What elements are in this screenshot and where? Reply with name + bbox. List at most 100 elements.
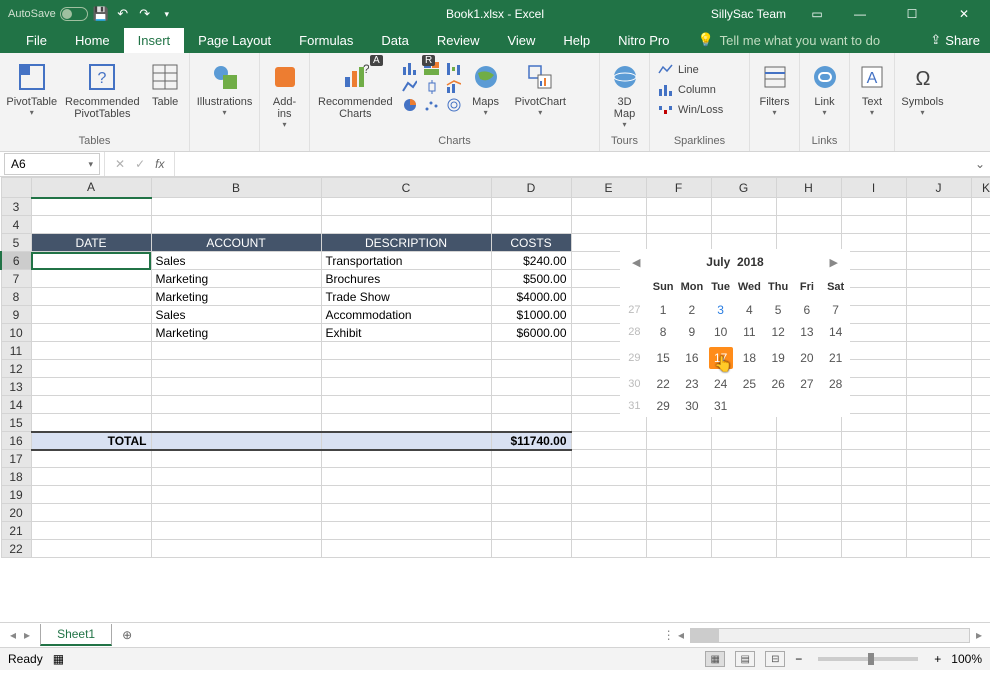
cell[interactable] <box>491 360 571 378</box>
surface-chart-icon[interactable] <box>445 97 461 113</box>
cell[interactable] <box>841 450 906 468</box>
calendar-prev-icon[interactable]: ◀ <box>632 256 640 269</box>
calendar-day[interactable]: 19 <box>764 343 793 373</box>
cell[interactable] <box>321 468 491 486</box>
row-header[interactable]: 7 <box>1 270 31 288</box>
cell[interactable] <box>776 540 841 558</box>
cell[interactable] <box>906 270 971 288</box>
calendar-day[interactable]: 24 <box>706 373 735 395</box>
expand-formula-bar-icon[interactable]: ⌄ <box>970 157 990 171</box>
cell[interactable] <box>711 198 776 216</box>
calendar-day[interactable]: 12 <box>764 321 793 343</box>
cell[interactable] <box>841 432 906 450</box>
row-header[interactable]: 22 <box>1 540 31 558</box>
autosave-toggle[interactable]: AutoSave <box>8 7 88 21</box>
cell[interactable] <box>841 396 906 414</box>
cell[interactable] <box>971 342 990 360</box>
cell[interactable] <box>151 540 321 558</box>
cell[interactable] <box>906 216 971 234</box>
3dmap-button[interactable]: 3D Map▾ <box>604 57 645 132</box>
sheet-nav-next-icon[interactable]: ▸ <box>24 628 30 642</box>
calendar-day[interactable]: 4 <box>735 299 764 321</box>
calendar-day[interactable]: 29 <box>649 395 678 417</box>
name-box[interactable]: A6▾ <box>4 153 100 175</box>
pivottable-button[interactable]: PivotTable▾ <box>4 57 59 120</box>
zoom-slider[interactable] <box>818 657 918 661</box>
cell[interactable]: $240.00 <box>491 252 571 270</box>
undo-icon[interactable]: ↶ <box>114 5 132 23</box>
cell[interactable] <box>711 504 776 522</box>
cell[interactable] <box>971 306 990 324</box>
calendar-day[interactable]: 5 <box>764 299 793 321</box>
calendar-day[interactable]: 17👆 <box>706 343 735 373</box>
link-button[interactable]: Link▾ <box>804 57 845 120</box>
cell[interactable] <box>711 432 776 450</box>
save-icon[interactable]: 💾 <box>92 5 110 23</box>
cell[interactable] <box>571 486 646 504</box>
recommended-pivottables-button[interactable]: ? Recommended PivotTables <box>63 57 141 123</box>
cell[interactable]: $1000.00 <box>491 306 571 324</box>
cell[interactable] <box>31 270 151 288</box>
symbols-button[interactable]: Ω Symbols▾ <box>899 57 946 120</box>
tab-data[interactable]: Data <box>367 28 422 53</box>
calendar-day[interactable]: 3 <box>706 299 735 321</box>
row-header[interactable]: 5 <box>1 234 31 252</box>
row-header[interactable]: 20 <box>1 504 31 522</box>
cell[interactable] <box>841 306 906 324</box>
cell[interactable]: Brochures <box>321 270 491 288</box>
row-header[interactable]: 9 <box>1 306 31 324</box>
qat-customize-icon[interactable]: ▾ <box>158 5 176 23</box>
column-headers[interactable]: ABCD EFGH IJK <box>1 178 990 198</box>
row-header[interactable]: 19 <box>1 486 31 504</box>
row-header[interactable]: 10 <box>1 324 31 342</box>
cell[interactable] <box>491 342 571 360</box>
cell[interactable] <box>646 540 711 558</box>
sparkline-column-button[interactable]: Column <box>654 81 727 99</box>
cell[interactable] <box>906 288 971 306</box>
calendar-day[interactable]: 27 <box>793 373 822 395</box>
normal-view-button[interactable]: ▦ <box>705 651 725 667</box>
tell-me-search[interactable]: 💡 Tell me what you want to do <box>683 27 894 53</box>
cell[interactable]: Sales <box>151 306 321 324</box>
cell[interactable] <box>711 468 776 486</box>
addins-button[interactable]: Add- ins▾ <box>264 57 305 132</box>
cell[interactable] <box>906 378 971 396</box>
cell[interactable] <box>841 414 906 432</box>
calendar-day[interactable]: 21 <box>821 343 850 373</box>
cell[interactable] <box>151 360 321 378</box>
calendar-day[interactable]: 20 <box>793 343 822 373</box>
calendar-day[interactable]: 6 <box>793 299 822 321</box>
macro-record-icon[interactable]: ▦ <box>53 652 64 666</box>
cell[interactable] <box>906 198 971 216</box>
cell[interactable] <box>906 252 971 270</box>
cell[interactable] <box>321 342 491 360</box>
cell[interactable] <box>646 450 711 468</box>
cell[interactable]: DATE <box>31 234 151 252</box>
cell[interactable] <box>841 540 906 558</box>
cell[interactable] <box>151 216 321 234</box>
calendar-day[interactable]: 18 <box>735 343 764 373</box>
share-button[interactable]: ⇪ Share <box>920 27 990 53</box>
calendar-day[interactable]: 16 <box>678 343 707 373</box>
page-layout-view-button[interactable]: ▤ <box>735 651 755 667</box>
tab-formulas[interactable]: Formulas <box>285 28 367 53</box>
cell[interactable]: Trade Show <box>321 288 491 306</box>
cell[interactable] <box>491 396 571 414</box>
calendar-day[interactable]: 14 <box>821 321 850 343</box>
calendar-day[interactable]: 9 <box>678 321 707 343</box>
cell[interactable] <box>906 414 971 432</box>
cell[interactable] <box>776 468 841 486</box>
scatter-chart-icon[interactable] <box>423 97 439 113</box>
cell[interactable]: Accommodation <box>321 306 491 324</box>
user-name[interactable]: SillySac Team <box>711 7 786 21</box>
cell[interactable] <box>776 504 841 522</box>
pie-chart-icon[interactable] <box>401 97 417 113</box>
cell[interactable] <box>906 306 971 324</box>
cell[interactable] <box>491 216 571 234</box>
cell[interactable] <box>646 504 711 522</box>
cell[interactable] <box>321 486 491 504</box>
calendar-day[interactable]: 2 <box>678 299 707 321</box>
calendar-day[interactable]: 26 <box>764 373 793 395</box>
waterfall-chart-icon[interactable] <box>445 61 461 77</box>
cell[interactable] <box>971 324 990 342</box>
